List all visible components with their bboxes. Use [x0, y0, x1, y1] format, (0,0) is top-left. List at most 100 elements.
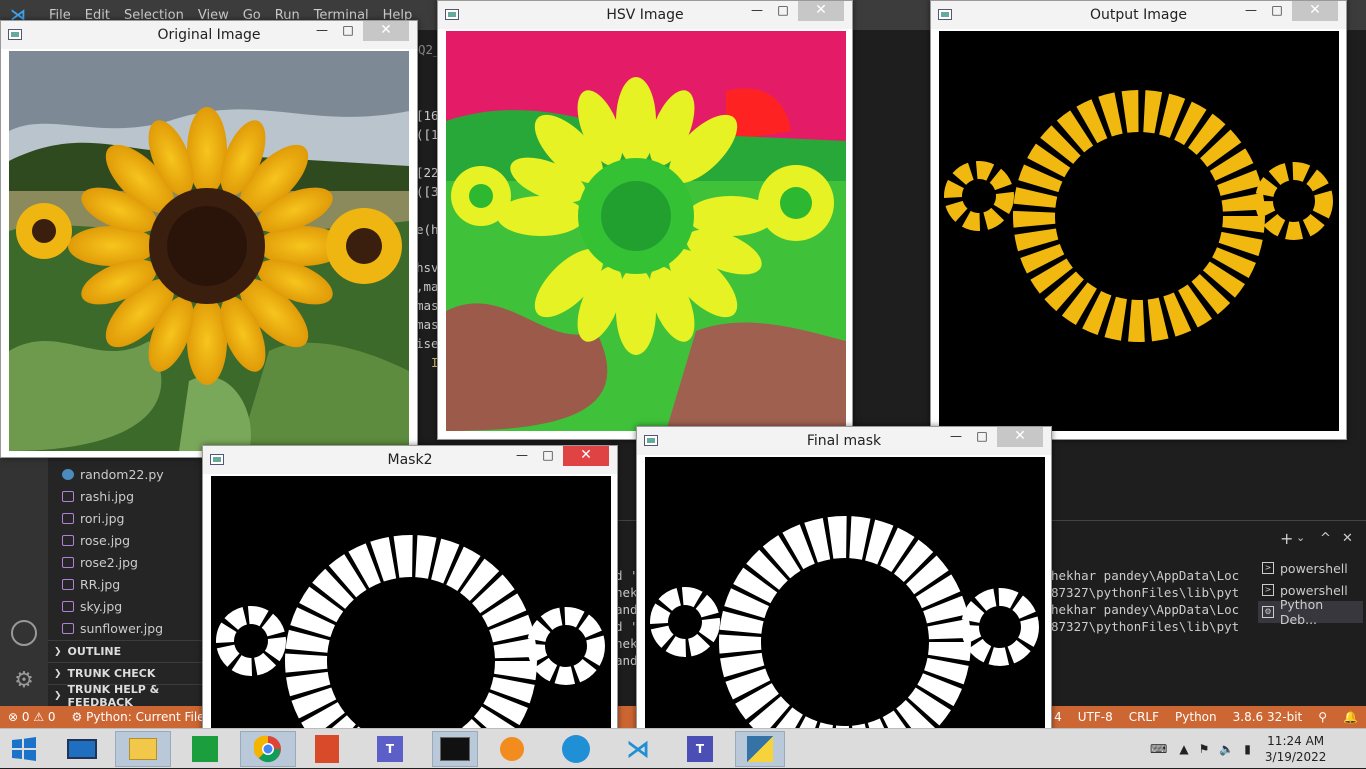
minimize-button[interactable]: —	[943, 427, 969, 447]
image-file-icon	[62, 600, 74, 612]
problems-status[interactable]: ⊗ 0 ⚠ 0	[8, 710, 56, 724]
file-name: RR.jpg	[80, 576, 121, 592]
start-button[interactable]	[4, 731, 44, 767]
pdf-reader-icon[interactable]	[307, 731, 347, 767]
encoding-status[interactable]: UTF-8	[1078, 710, 1113, 724]
account-icon[interactable]	[11, 620, 37, 646]
gear-icon[interactable]: ⚙	[11, 668, 37, 694]
chevron-up-icon[interactable]: ▲	[1179, 742, 1188, 756]
python-icon[interactable]	[735, 731, 785, 767]
code-line: [16	[416, 108, 439, 123]
maximize-button[interactable]: □	[335, 21, 361, 41]
add-terminal-button[interactable]: +	[1280, 529, 1293, 548]
list-item[interactable]: rori.jpg	[48, 507, 205, 529]
volume-icon[interactable]: 🔈	[1219, 742, 1234, 756]
teams-work-icon[interactable]: T	[680, 731, 720, 767]
network-icon[interactable]: ▮	[1244, 742, 1251, 756]
title-bar[interactable]: Output Image — □ ✕	[931, 1, 1346, 29]
chevron-down-icon[interactable]: ⌄	[1296, 531, 1305, 544]
session-label: Python Deb...	[1279, 597, 1324, 627]
hsv-image	[446, 31, 846, 431]
terminal-line: 87327\pythonFiles\lib\pyt	[1051, 585, 1240, 600]
original-image-window[interactable]: Original Image — □ ✕	[0, 20, 418, 458]
session-label: powershell	[1280, 582, 1348, 598]
section-label: TRUNK HELP & FEEDBACK	[67, 682, 160, 709]
maximize-button[interactable]: □	[1264, 1, 1290, 21]
mysql-shell-icon[interactable]	[432, 731, 478, 767]
output-image-window[interactable]: Output Image — □ ✕	[930, 0, 1347, 440]
image-file-icon	[62, 622, 74, 634]
close-button[interactable]: ✕	[997, 427, 1043, 447]
title-bar[interactable]: Mask2 — □ ✕	[203, 446, 617, 474]
list-item[interactable]: sunflower.jpg	[48, 617, 205, 639]
maximize-panel-button[interactable]: ^	[1320, 531, 1331, 546]
minimize-button[interactable]: —	[744, 1, 770, 21]
lenovo-icon[interactable]	[62, 731, 102, 767]
original-image	[9, 51, 409, 451]
hsv-image-window[interactable]: HSV Image — □ ✕	[437, 0, 853, 440]
language-status[interactable]: Python	[1175, 710, 1217, 724]
final-mask-window[interactable]: Final mask — □ ✕	[636, 426, 1052, 737]
mask2-image	[211, 476, 611, 736]
media-player-icon[interactable]	[492, 731, 532, 767]
explorer-section[interactable]: ❯ TRUNK HELP & FEEDBACK	[48, 682, 205, 709]
store-icon[interactable]	[185, 731, 225, 767]
image-file-icon	[62, 556, 74, 568]
list-item[interactable]: rashi.jpg	[48, 485, 205, 507]
maximize-button[interactable]: □	[770, 1, 796, 21]
close-button[interactable]: ✕	[798, 1, 844, 21]
close-button[interactable]: ✕	[563, 446, 609, 466]
title-bar[interactable]: HSV Image — □ ✕	[438, 1, 852, 29]
list-item[interactable]: random22.py	[48, 463, 205, 485]
close-panel-button[interactable]: ✕	[1342, 531, 1353, 546]
system-tray: ⌨ ▲ ⚑ 🔈 ▮ 11:24 AM 3/19/2022	[1150, 729, 1326, 769]
vscode-icon[interactable]: ⋊	[618, 731, 658, 767]
maximize-button[interactable]: □	[535, 446, 561, 466]
mask2-window[interactable]: Mask2 — □ ✕	[202, 445, 618, 736]
terminal-session-list: > powershell > powershell ⚙ Python Deb...	[1258, 557, 1363, 627]
title-bar[interactable]: Original Image — □ ✕	[1, 21, 417, 49]
keyboard-icon[interactable]: ⌨	[1150, 742, 1167, 756]
python-version-status[interactable]: 3.8.6 32-bit	[1233, 710, 1303, 724]
terminal-left-text: d ' hek and d ' hek and	[615, 567, 638, 669]
file-explorer-icon[interactable]	[115, 731, 171, 767]
image-file-icon	[62, 534, 74, 546]
debug-gear-icon: ⚙	[1262, 606, 1274, 618]
edge-icon[interactable]	[556, 731, 596, 767]
close-button[interactable]: ✕	[1292, 1, 1338, 21]
terminal-line: hekhar pandey\AppData\Loc	[1051, 602, 1240, 617]
feedback-icon[interactable]: ⚲	[1318, 710, 1327, 724]
explorer-section[interactable]: ❯ TRUNK CHECK	[48, 662, 205, 684]
clock[interactable]: 11:24 AM 3/19/2022	[1265, 733, 1327, 765]
code-line: ,ma	[416, 279, 439, 294]
list-item[interactable]: rose2.jpg	[48, 551, 205, 573]
taskbar: T ⋊ T ⌨ ▲ ⚑ 🔈 ▮ 11:24 AM 3/19/2022	[0, 728, 1366, 768]
maximize-button[interactable]: □	[969, 427, 995, 447]
chrome-icon[interactable]	[240, 731, 296, 767]
code-line: ([3	[416, 184, 439, 199]
flag-icon[interactable]: ⚑	[1199, 742, 1210, 756]
interpreter-status[interactable]: ⚙ Python: Current File	[72, 710, 205, 724]
list-item[interactable]: rose.jpg	[48, 529, 205, 551]
terminal-output: hekhar pandey\AppData\Loc 87327\pythonFil…	[1051, 567, 1239, 635]
terminal-session-item[interactable]: > powershell	[1258, 557, 1363, 579]
notifications-icon[interactable]: 🔔	[1343, 710, 1358, 724]
title-bar[interactable]: Final mask — □ ✕	[637, 427, 1051, 455]
terminal-session-item[interactable]: ⚙ Python Deb...	[1258, 597, 1363, 627]
minimize-button[interactable]: —	[1238, 1, 1264, 21]
list-item[interactable]: RR.jpg	[48, 573, 205, 595]
minimize-button[interactable]: —	[509, 446, 535, 466]
eol-status[interactable]: CRLF	[1129, 710, 1159, 724]
close-button[interactable]: ✕	[363, 21, 409, 41]
explorer-section[interactable]: ❯ OUTLINE	[48, 640, 205, 662]
session-label: powershell	[1280, 560, 1348, 576]
minimize-button[interactable]: —	[309, 21, 335, 41]
file-list: random22.py rashi.jpg rori.jpg rose.jpg rose…	[48, 463, 205, 639]
list-item[interactable]: sky.jpg	[48, 595, 205, 617]
teams-icon[interactable]: T	[370, 731, 410, 767]
terminal-icon: >	[1262, 562, 1274, 574]
code-line: ([1	[416, 127, 439, 142]
python-file-icon	[62, 468, 74, 480]
chevron-right-icon: ❯	[54, 668, 62, 679]
image-file-icon	[62, 578, 74, 590]
